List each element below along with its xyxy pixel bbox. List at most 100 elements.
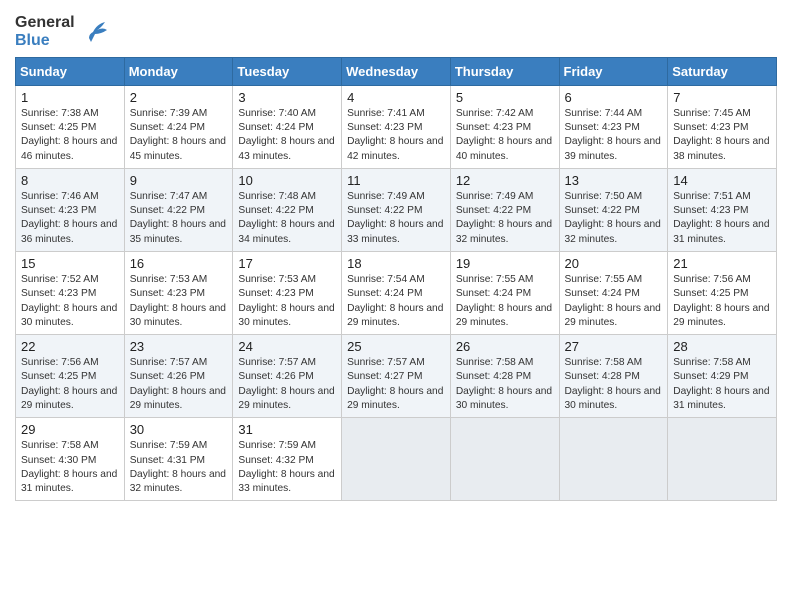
day-number: 14 [673,173,771,188]
calendar-cell: 22 Sunrise: 7:56 AMSunset: 4:25 PMDayligh… [16,335,125,418]
logo-bird-icon [77,14,109,46]
calendar-cell: 23 Sunrise: 7:57 AMSunset: 4:26 PMDayligh… [124,335,233,418]
day-info: Sunrise: 7:41 AMSunset: 4:23 PMDaylight:… [347,107,445,164]
logo-text: General Blue [15,14,75,51]
day-number: 9 [130,173,228,188]
day-number: 22 [21,339,119,354]
day-info: Sunrise: 7:53 AMSunset: 4:23 PMDaylight:… [238,273,336,330]
day-info: Sunrise: 7:38 AMSunset: 4:25 PMDaylight:… [21,107,119,164]
day-number: 2 [130,90,228,105]
weekday-header-thursday: Thursday [450,57,559,85]
weekday-header-tuesday: Tuesday [233,57,342,85]
day-info: Sunrise: 7:40 AMSunset: 4:24 PMDaylight:… [238,107,336,164]
calendar-cell: 7 Sunrise: 7:45 AMSunset: 4:23 PMDaylight… [668,85,777,168]
day-info: Sunrise: 7:58 AMSunset: 4:28 PMDaylight:… [565,356,663,413]
calendar-week-row: 22 Sunrise: 7:56 AMSunset: 4:25 PMDayligh… [16,335,777,418]
calendar-table: SundayMondayTuesdayWednesdayThursdayFrid… [15,57,777,502]
calendar-cell: 24 Sunrise: 7:57 AMSunset: 4:26 PMDayligh… [233,335,342,418]
calendar-cell: 17 Sunrise: 7:53 AMSunset: 4:23 PMDayligh… [233,252,342,335]
day-info: Sunrise: 7:53 AMSunset: 4:23 PMDaylight:… [130,273,228,330]
calendar-cell: 2Sunrise: 7:39 AMSunset: 4:24 PMDaylight… [124,85,233,168]
calendar-page: General Blue SundayMondayTuesdayWednesda… [0,0,792,612]
logo: General Blue [15,10,109,51]
calendar-cell: 1 Sunrise: 7:38 AMSunset: 4:25 PMDaylight… [16,85,125,168]
calendar-cell [668,418,777,501]
calendar-week-row: 1 Sunrise: 7:38 AMSunset: 4:25 PMDaylight… [16,85,777,168]
calendar-cell: 13 Sunrise: 7:50 AMSunset: 4:22 PMDayligh… [559,168,668,251]
day-info: Sunrise: 7:54 AMSunset: 4:24 PMDaylight:… [347,273,445,330]
calendar-cell: 16 Sunrise: 7:53 AMSunset: 4:23 PMDayligh… [124,252,233,335]
calendar-week-row: 29 Sunrise: 7:58 AMSunset: 4:30 PMDayligh… [16,418,777,501]
calendar-cell: 3 Sunrise: 7:40 AMSunset: 4:24 PMDaylight… [233,85,342,168]
day-info: Sunrise: 7:57 AMSunset: 4:26 PMDaylight:… [130,356,228,413]
day-info: Sunrise: 7:45 AMSunset: 4:23 PMDaylight:… [673,107,771,164]
calendar-cell: 19 Sunrise: 7:55 AMSunset: 4:24 PMDayligh… [450,252,559,335]
day-info: Sunrise: 7:59 AMSunset: 4:32 PMDaylight:… [238,439,336,496]
day-number: 26 [456,339,554,354]
day-info: Sunrise: 7:58 AMSunset: 4:28 PMDaylight:… [456,356,554,413]
calendar-week-row: 15 Sunrise: 7:52 AMSunset: 4:23 PMDayligh… [16,252,777,335]
calendar-cell [559,418,668,501]
calendar-week-row: 8 Sunrise: 7:46 AMSunset: 4:23 PMDaylight… [16,168,777,251]
day-info: Sunrise: 7:55 AMSunset: 4:24 PMDaylight:… [565,273,663,330]
day-number: 8 [21,173,119,188]
calendar-cell: 10Sunrise: 7:48 AMSunset: 4:22 PMDayligh… [233,168,342,251]
day-info: Sunrise: 7:49 AMSunset: 4:22 PMDaylight:… [456,190,554,247]
day-info: Sunrise: 7:55 AMSunset: 4:24 PMDaylight:… [456,273,554,330]
day-number: 29 [21,422,119,437]
day-number: 16 [130,256,228,271]
day-info: Sunrise: 7:59 AMSunset: 4:31 PMDaylight:… [130,439,228,496]
day-number: 27 [565,339,663,354]
day-info: Sunrise: 7:58 AMSunset: 4:30 PMDaylight:… [21,439,119,496]
calendar-cell: 5Sunrise: 7:42 AMSunset: 4:23 PMDaylight… [450,85,559,168]
day-number: 28 [673,339,771,354]
day-number: 15 [21,256,119,271]
calendar-cell: 4Sunrise: 7:41 AMSunset: 4:23 PMDaylight… [342,85,451,168]
calendar-cell: 31 Sunrise: 7:59 AMSunset: 4:32 PMDayligh… [233,418,342,501]
day-info: Sunrise: 7:57 AMSunset: 4:26 PMDaylight:… [238,356,336,413]
day-number: 12 [456,173,554,188]
calendar-cell: 27 Sunrise: 7:58 AMSunset: 4:28 PMDayligh… [559,335,668,418]
calendar-cell: 9 Sunrise: 7:47 AMSunset: 4:22 PMDaylight… [124,168,233,251]
weekday-header-monday: Monday [124,57,233,85]
calendar-cell: 26 Sunrise: 7:58 AMSunset: 4:28 PMDayligh… [450,335,559,418]
calendar-cell: 25Sunrise: 7:57 AMSunset: 4:27 PMDayligh… [342,335,451,418]
calendar-header: SundayMondayTuesdayWednesdayThursdayFrid… [16,57,777,85]
calendar-cell [342,418,451,501]
calendar-cell: 8 Sunrise: 7:46 AMSunset: 4:23 PMDaylight… [16,168,125,251]
day-info: Sunrise: 7:56 AMSunset: 4:25 PMDaylight:… [21,356,119,413]
day-number: 30 [130,422,228,437]
logo-text-block: General Blue [15,14,109,51]
day-number: 3 [238,90,336,105]
day-info: Sunrise: 7:44 AMSunset: 4:23 PMDaylight:… [565,107,663,164]
day-number: 24 [238,339,336,354]
day-number: 11 [347,173,445,188]
day-number: 23 [130,339,228,354]
calendar-cell: 15 Sunrise: 7:52 AMSunset: 4:23 PMDayligh… [16,252,125,335]
day-info: Sunrise: 7:56 AMSunset: 4:25 PMDaylight:… [673,273,771,330]
day-info: Sunrise: 7:46 AMSunset: 4:23 PMDaylight:… [21,190,119,247]
day-info: Sunrise: 7:48 AMSunset: 4:22 PMDaylight:… [238,190,336,247]
calendar-cell: 18Sunrise: 7:54 AMSunset: 4:24 PMDayligh… [342,252,451,335]
calendar-cell: 28 Sunrise: 7:58 AMSunset: 4:29 PMDayligh… [668,335,777,418]
calendar-cell [450,418,559,501]
day-number: 7 [673,90,771,105]
day-info: Sunrise: 7:49 AMSunset: 4:22 PMDaylight:… [347,190,445,247]
day-info: Sunrise: 7:47 AMSunset: 4:22 PMDaylight:… [130,190,228,247]
day-number: 1 [21,90,119,105]
calendar-cell: 30 Sunrise: 7:59 AMSunset: 4:31 PMDayligh… [124,418,233,501]
day-info: Sunrise: 7:58 AMSunset: 4:29 PMDaylight:… [673,356,771,413]
day-number: 17 [238,256,336,271]
day-number: 20 [565,256,663,271]
day-number: 19 [456,256,554,271]
day-info: Sunrise: 7:57 AMSunset: 4:27 PMDaylight:… [347,356,445,413]
calendar-cell: 12 Sunrise: 7:49 AMSunset: 4:22 PMDayligh… [450,168,559,251]
calendar-cell: 29 Sunrise: 7:58 AMSunset: 4:30 PMDayligh… [16,418,125,501]
day-number: 31 [238,422,336,437]
day-info: Sunrise: 7:42 AMSunset: 4:23 PMDaylight:… [456,107,554,164]
weekday-header-friday: Friday [559,57,668,85]
weekday-header-row: SundayMondayTuesdayWednesdayThursdayFrid… [16,57,777,85]
day-number: 13 [565,173,663,188]
day-info: Sunrise: 7:52 AMSunset: 4:23 PMDaylight:… [21,273,119,330]
day-info: Sunrise: 7:50 AMSunset: 4:22 PMDaylight:… [565,190,663,247]
